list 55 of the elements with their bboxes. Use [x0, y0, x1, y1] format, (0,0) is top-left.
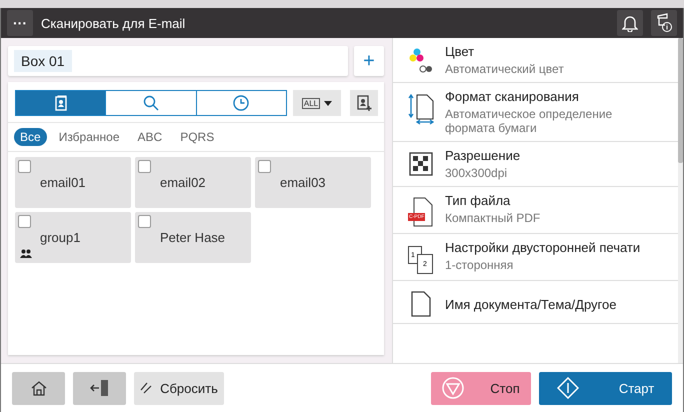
device-info-icon[interactable] — [651, 10, 677, 36]
window-title: Сканировать для E-mail — [41, 16, 186, 30]
clock-icon — [233, 95, 250, 111]
box-field[interactable]: Box 01 — [8, 46, 348, 76]
door-arrow-icon — [90, 379, 110, 397]
setting-value: Автоматическое определение формата бумаги — [445, 107, 614, 135]
setting-value: 1-сторонняя — [445, 258, 514, 272]
setting-title: Имя документа/Тема/Другое — [445, 297, 616, 313]
address-add-icon[interactable] — [350, 90, 378, 116]
home-button[interactable] — [12, 372, 65, 404]
setting-item[interactable]: Разрешение 300x300dpi — [393, 142, 678, 187]
start-icon — [556, 377, 579, 399]
setting-title: Цвет — [445, 44, 476, 60]
setting-title: Формат сканирования — [445, 89, 580, 105]
menu-button[interactable]: ··· — [7, 10, 33, 36]
checkbox[interactable] — [138, 160, 151, 173]
checkbox[interactable] — [18, 160, 31, 173]
setting-title: Настройки двусторонней печати — [445, 240, 640, 256]
search-icon — [142, 95, 159, 111]
start-button[interactable]: Старт — [539, 372, 672, 404]
add-button[interactable]: + — [354, 46, 384, 76]
contact-tile[interactable]: Peter Hase — [135, 212, 251, 263]
setting-item[interactable]: Цвет Автоматический цвет — [393, 38, 678, 83]
bell-icon[interactable] — [617, 10, 643, 36]
address-book-icon — [54, 95, 68, 111]
contact-tile[interactable]: email03 — [255, 157, 371, 208]
page-size-icon — [407, 93, 435, 125]
stop-button[interactable]: Стоп — [431, 372, 531, 404]
index-tab[interactable]: Избранное — [52, 128, 126, 146]
slash-icon — [140, 382, 152, 394]
exit-button[interactable] — [73, 372, 126, 404]
caret-icon — [324, 100, 332, 106]
setting-value: Компактный PDF — [445, 211, 540, 225]
stop-icon — [442, 377, 464, 399]
index-tab[interactable]: ABC — [132, 128, 168, 146]
home-icon — [30, 380, 46, 396]
view-tab[interactable] — [16, 91, 106, 115]
setting-title: Разрешение — [445, 148, 520, 164]
checkbox[interactable] — [258, 160, 271, 173]
group-icon — [20, 249, 32, 258]
scrollbar[interactable] — [678, 38, 683, 363]
document-icon — [411, 291, 431, 317]
checkbox[interactable] — [138, 215, 151, 228]
index-tab[interactable]: Все — [14, 128, 47, 146]
contact-tile[interactable]: email01 — [15, 157, 131, 208]
checkbox[interactable] — [18, 215, 31, 228]
contact-tile[interactable]: email02 — [135, 157, 251, 208]
index-tab[interactable]: PQRS — [174, 128, 220, 146]
setting-value: Автоматический цвет — [445, 62, 564, 76]
setting-value: 300x300dpi — [445, 166, 508, 180]
reset-button[interactable]: Сбросить — [134, 372, 224, 404]
filter-dropdown[interactable]: ALL — [293, 90, 341, 116]
setting-title: Тип файла — [445, 193, 512, 209]
contact-tile[interactable]: group1 — [15, 212, 131, 263]
checkerboard-icon — [409, 152, 433, 176]
